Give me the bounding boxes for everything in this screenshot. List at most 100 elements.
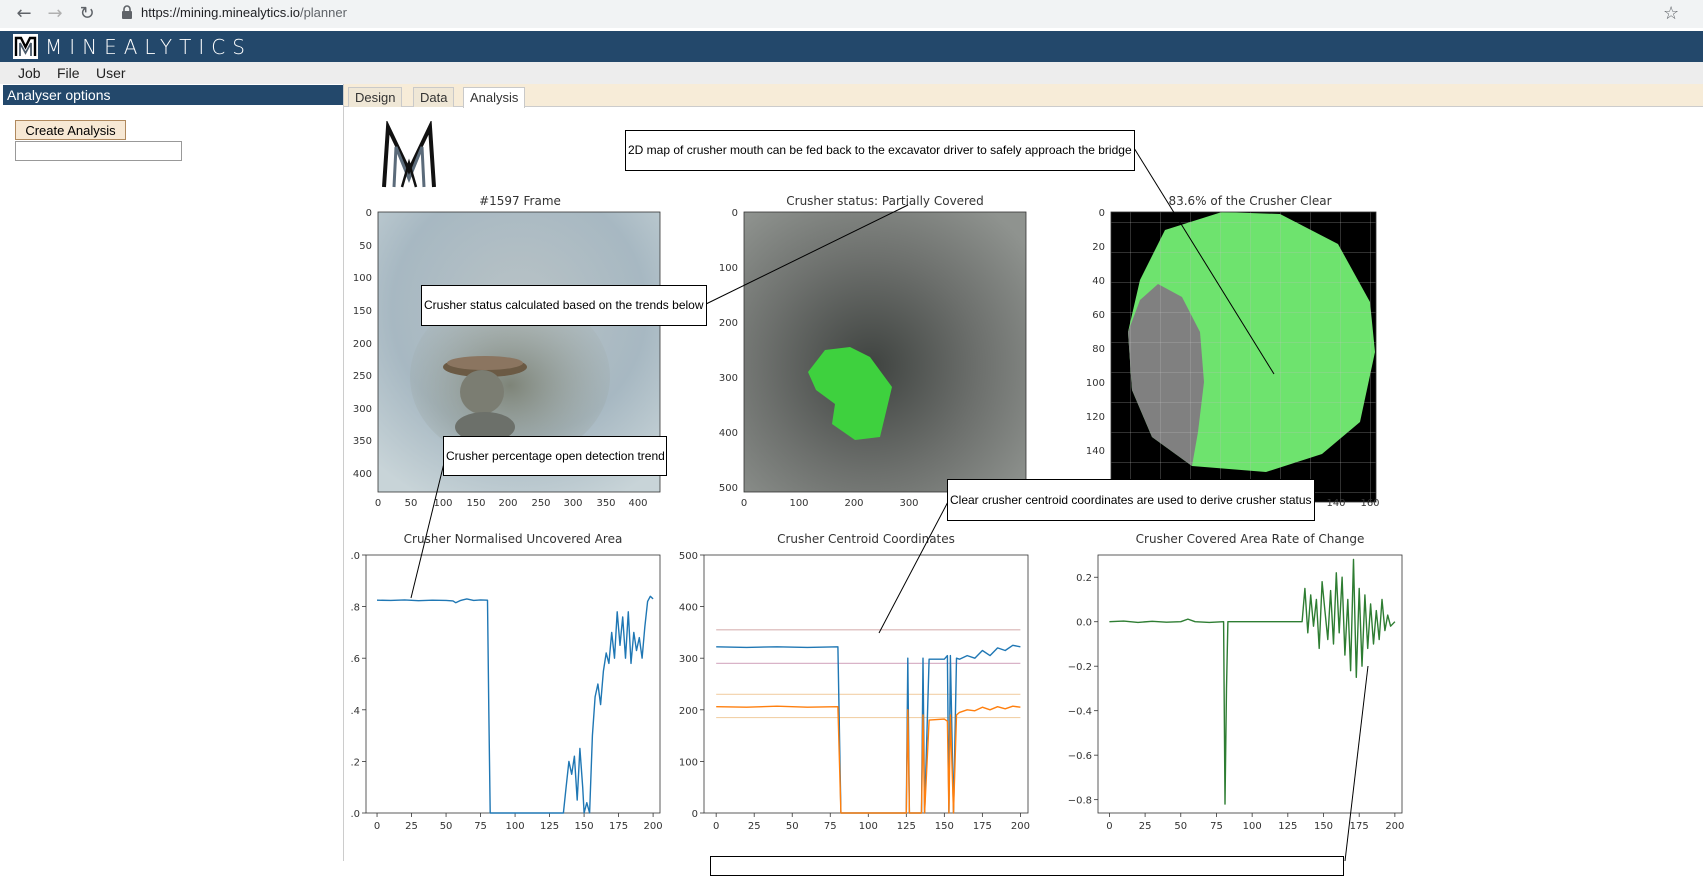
minealytics-logo [382,121,436,188]
x-tick-label: 175 [973,821,992,832]
reload-icon[interactable]: ↻ [76,3,98,25]
sidebar-title: Analyser options [3,85,343,105]
frame-xtick: 0 [375,498,381,509]
address-bar[interactable] [112,2,1694,26]
x-tick-label: 150 [575,821,594,832]
map-ytick: 80 [1092,344,1105,355]
y-tick-label: 0.2 [1076,573,1092,584]
url-path: /planner [299,5,347,20]
status-ytick: 400 [719,428,738,439]
x-tick-label: 125 [897,821,916,832]
tab-bar [344,84,1703,107]
forward-arrow-icon[interactable]: → [44,3,66,25]
url-host: https://mining.minealytics.io [141,5,300,20]
map-ytick: 100 [1086,378,1105,389]
uncovered-area-chart: Crusher Normalised Uncovered Area 0 25 50 75… [350,532,663,832]
status-yaxis: 0 100 200 300 400 500 [719,208,738,494]
y-tick-label: −0.4 [1068,707,1092,718]
menu-bar [0,62,1703,84]
x-tick-label: 50 [440,821,453,832]
status-xtick: 100 [789,498,808,509]
tab-analysis[interactable]: Analysis [463,87,526,108]
star-icon[interactable]: ☆ [1663,3,1679,24]
plot-area [1097,554,1403,814]
y-tick-label: 0.0 [1076,618,1092,629]
frame-xtick: 200 [498,498,517,509]
x-tick-label: 25 [1139,821,1152,832]
callout-status: Crusher status calculated based on the t… [421,285,707,326]
x-tick-label: 175 [1350,821,1369,832]
frame-ytick: 250 [353,371,372,382]
x-tick-label: 125 [540,821,559,832]
y-tick-label: .8 [350,603,360,614]
brand-name: MINEALYTICS [45,35,252,59]
y-tick-label: .6 [350,654,360,665]
y-tick-label: −0.6 [1068,751,1092,762]
x-tick-label: 0 [374,821,380,832]
map-yaxis: 0 20 40 60 80 100 120 140 160 [1086,208,1105,491]
x-tick-label: 0 [713,821,719,832]
x-tick-label: 200 [644,821,663,832]
callout-bottom [710,856,1344,876]
status-ytick: 200 [719,318,738,329]
x-tick-label: 25 [748,821,761,832]
frame-ytick: 400 [353,469,372,480]
x-tick-label: 100 [1243,821,1262,832]
y-tick-label: −0.8 [1068,796,1092,807]
frame-ytick: 200 [353,339,372,350]
rate-of-change-chart: Crusher Covered Area Rate of Change 0 25 50… [1068,532,1405,832]
y-tick-label: .2 [350,757,360,768]
frame-xtick: 250 [531,498,550,509]
y-tick-label: −0.2 [1068,662,1092,673]
plot-area [703,554,1029,814]
map-xtick: 140 [1326,498,1345,509]
y-tick-label: 500 [679,551,698,562]
y-tick-label: .4 [350,706,360,717]
segmented-frame-image [743,211,1027,493]
plot-area [365,554,661,814]
x-tick-label: 100 [859,821,878,832]
x-tick-label: 150 [1314,821,1333,832]
frame-ytick: 0 [366,208,372,219]
status-xtick: 200 [844,498,863,509]
y-tick-label: 400 [679,603,698,614]
menu-file[interactable]: File [57,65,80,81]
tab-design[interactable]: Design [348,87,403,107]
menu-job[interactable]: Job [18,65,41,81]
y-tick-label: 0 [692,809,698,820]
frame-xtick: 400 [628,498,647,509]
map-title: 83.6% of the Crusher Clear [1168,194,1331,208]
frame-xtick: 50 [405,498,418,509]
x-tick-label: 75 [474,821,487,832]
x-tick-label: 50 [786,821,799,832]
analysis-name-input[interactable] [15,141,182,161]
map-ytick: 20 [1092,242,1105,253]
frame-xtick: 350 [596,498,615,509]
x-tick-label: 25 [405,821,418,832]
back-arrow-icon[interactable]: ← [13,3,35,25]
x-tick-label: 125 [1278,821,1297,832]
status-xaxis: 0 100 200 300 [741,498,919,509]
map-panel: 83.6% of the Crusher Clear 0 20 40 60 80… [1086,194,1380,509]
status-ytick: 0 [732,208,738,219]
frame-title: #1597 Frame [479,194,561,208]
tab-data[interactable]: Data [413,87,455,107]
x-tick-label: 100 [506,821,525,832]
frame-xtick: 100 [433,498,452,509]
create-analysis-button[interactable]: Create Analysis [15,120,126,140]
callout-centroid: Clear crusher centroid coordinates are u… [947,479,1315,521]
map-ytick: 40 [1092,276,1105,287]
x-tick-label: 75 [1210,821,1223,832]
y-tick-label: 200 [679,706,698,717]
frame-yaxis: 0 50 100 150 200 250 300 350 400 [353,208,372,480]
menu-user[interactable]: User [96,65,126,81]
frame-ytick: 300 [353,404,372,415]
frame-xaxis: 0 50 100 150 200 250 300 350 400 [375,498,648,509]
sidebar [0,84,344,861]
x-tick-label: 50 [1174,821,1187,832]
map-ytick: 0 [1099,208,1105,219]
url-text[interactable]: https://mining.minealytics.io/planner [141,5,347,20]
callout-percent: Crusher percentage open detection trend [443,436,667,476]
x-tick-label: 175 [609,821,628,832]
map-ytick: 120 [1086,412,1105,423]
